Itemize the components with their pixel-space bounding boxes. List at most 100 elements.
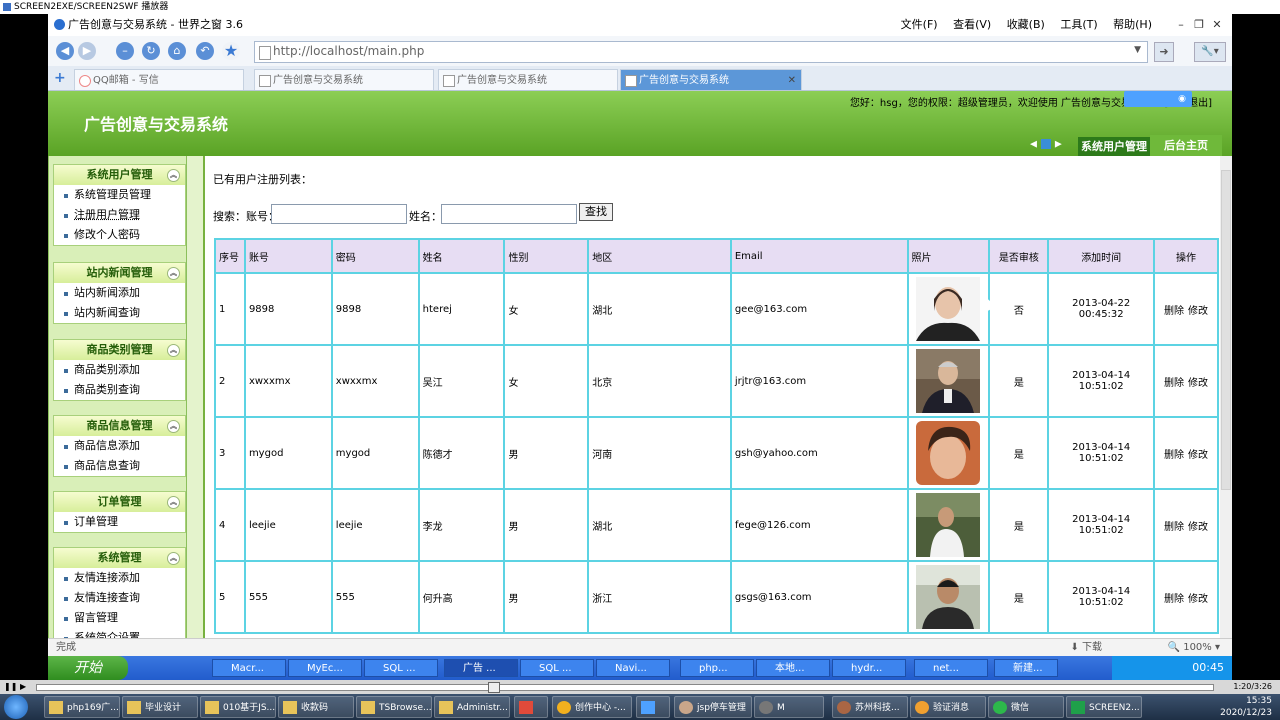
favorite-star-icon[interactable]: ★: [222, 42, 240, 60]
address-bar[interactable]: http://localhost/main.php ▼: [254, 41, 1148, 63]
xp-task[interactable]: php...: [680, 659, 754, 677]
sidebar-group-title[interactable]: 系统管理 ︽: [54, 548, 185, 568]
sidebar-group-title[interactable]: 订单管理 ︽: [54, 492, 185, 512]
edit-link[interactable]: 修改: [1188, 522, 1208, 533]
w7-task[interactable]: 010基于JS...: [200, 696, 276, 718]
chevron-up-icon[interactable]: ︽: [167, 267, 180, 280]
chevron-up-icon[interactable]: ︽: [167, 496, 180, 509]
chevron-up-icon[interactable]: ︽: [167, 552, 180, 565]
sidebar-item[interactable]: 订单管理: [54, 512, 185, 532]
sidebar-group-title[interactable]: 商品类别管理 ︽: [54, 340, 185, 360]
w7-task[interactable]: TSBrowse...: [356, 696, 432, 718]
w7-task[interactable]: [636, 696, 670, 718]
menu-favorites[interactable]: 收藏(B): [1007, 18, 1045, 31]
chevron-up-icon[interactable]: ︽: [167, 420, 180, 433]
undo-close-icon[interactable]: ↶: [196, 42, 214, 60]
xp-task[interactable]: 本地...: [756, 659, 830, 677]
playback-progress[interactable]: [36, 684, 1214, 691]
edit-link[interactable]: 修改: [1188, 594, 1208, 605]
menu-help[interactable]: 帮助(H): [1113, 18, 1152, 31]
close-icon[interactable]: ✕: [1208, 14, 1226, 36]
go-icon[interactable]: ➜: [1154, 42, 1174, 62]
w7-task[interactable]: 验证消息: [910, 696, 986, 718]
chevron-up-icon[interactable]: ︽: [167, 344, 180, 357]
minimize-icon[interactable]: –: [1172, 14, 1190, 36]
xp-task[interactable]: 广告 ...: [444, 659, 518, 677]
sidebar-group-title[interactable]: 站内新闻管理 ︽: [54, 263, 185, 283]
page-scrollbar[interactable]: [1220, 156, 1232, 650]
sidebar-item[interactable]: 商品类别查询: [54, 380, 185, 400]
search-account-input[interactable]: [271, 204, 407, 224]
edit-link[interactable]: 修改: [1188, 378, 1208, 389]
delete-link[interactable]: 删除: [1164, 522, 1184, 533]
w7-task[interactable]: Administr...: [434, 696, 510, 718]
w7-task[interactable]: 毕业设计: [122, 696, 198, 718]
back-icon[interactable]: ◀: [56, 42, 74, 60]
menu-tools[interactable]: 工具(T): [1060, 18, 1097, 31]
close-tab-icon[interactable]: ✕: [788, 70, 796, 91]
sidebar-item[interactable]: 商品信息查询: [54, 456, 185, 476]
delete-link[interactable]: 删除: [1164, 594, 1184, 605]
home-button[interactable]: 后台主页: [1150, 135, 1222, 156]
baidu-badge[interactable]: ◉: [1124, 91, 1192, 107]
w7-task[interactable]: 苏州科技...: [832, 696, 908, 718]
sidebar-item[interactable]: 站内新闻添加: [54, 283, 185, 303]
xp-task[interactable]: SQL ...: [364, 659, 438, 677]
xp-task[interactable]: Macr...: [212, 659, 286, 677]
scrollbar-thumb[interactable]: [1221, 170, 1231, 490]
tab-qq-mail[interactable]: QQ邮箱 - 写信: [74, 69, 244, 90]
tab-system-2[interactable]: 广告创意与交易系统: [438, 69, 618, 90]
xp-task[interactable]: SQL ...: [520, 659, 594, 677]
search-button[interactable]: 查找: [579, 203, 613, 221]
sidebar-item[interactable]: 留言管理: [54, 608, 185, 628]
sidebar-item[interactable]: 注册用户管理: [54, 205, 185, 225]
xp-task[interactable]: net...: [914, 659, 988, 677]
w7-task[interactable]: 创作中心 -...: [552, 696, 632, 718]
w7-task[interactable]: jsp停车管理: [674, 696, 752, 718]
sidebar-group-title[interactable]: 系统用户管理 ︽: [54, 165, 185, 185]
download-button[interactable]: ⬇ 下载: [1070, 639, 1102, 657]
user-mgmt-button[interactable]: 系统用户管理: [1078, 137, 1150, 156]
delete-link[interactable]: 删除: [1164, 378, 1184, 389]
header-scroll-arrows[interactable]: ◀ ▶: [1030, 139, 1062, 150]
w7-task[interactable]: 微信: [988, 696, 1064, 718]
edit-link[interactable]: 修改: [1188, 450, 1208, 461]
pause-icon[interactable]: ❚❚ ▶: [4, 680, 26, 694]
w7-task[interactable]: 收款码: [278, 696, 354, 718]
wrench-icon[interactable]: 🔧▾: [1194, 42, 1226, 62]
tab-system-active[interactable]: 广告创意与交易系统 ✕: [620, 69, 802, 90]
search-name-input[interactable]: [441, 204, 577, 224]
delete-link[interactable]: 删除: [1164, 306, 1184, 317]
w7-clock[interactable]: 15:35 2020/12/23: [1220, 695, 1272, 719]
w7-task[interactable]: [514, 696, 548, 718]
zoom-level[interactable]: 🔍 100% ▾: [1168, 639, 1220, 657]
sidebar-item[interactable]: 商品信息添加: [54, 436, 185, 456]
tab-system-1[interactable]: 广告创意与交易系统: [254, 69, 434, 90]
chevron-up-icon[interactable]: ︽: [167, 169, 180, 182]
xp-task[interactable]: 新建...: [994, 659, 1058, 677]
stop-icon[interactable]: –: [116, 42, 134, 60]
xp-start-button[interactable]: 开始: [48, 656, 128, 680]
address-url[interactable]: http://localhost/main.php: [273, 44, 424, 58]
new-tab-icon[interactable]: +: [54, 70, 66, 86]
playback-knob[interactable]: [488, 682, 500, 693]
sidebar-group-title[interactable]: 商品信息管理 ︽: [54, 416, 185, 436]
refresh-icon[interactable]: ↻: [142, 42, 160, 60]
edit-link[interactable]: 修改: [1188, 306, 1208, 317]
forward-icon[interactable]: ▶: [78, 42, 96, 60]
w7-task[interactable]: M: [754, 696, 824, 718]
w7-task[interactable]: php169广...: [44, 696, 120, 718]
windows-start-icon[interactable]: [4, 695, 28, 719]
menu-file[interactable]: 文件(F): [901, 18, 938, 31]
menu-view[interactable]: 查看(V): [953, 18, 991, 31]
chevron-down-icon[interactable]: ▼: [1134, 45, 1141, 55]
sidebar-item[interactable]: 商品类别添加: [54, 360, 185, 380]
sidebar-item[interactable]: 友情连接查询: [54, 588, 185, 608]
sidebar-item[interactable]: 友情连接添加: [54, 568, 185, 588]
sidebar-item[interactable]: 站内新闻查询: [54, 303, 185, 323]
sidebar-item[interactable]: 修改个人密码: [54, 225, 185, 245]
sidebar-scrollbar[interactable]: [186, 156, 204, 650]
maximize-icon[interactable]: ❐: [1190, 14, 1208, 36]
home-icon[interactable]: ⌂: [168, 42, 186, 60]
w7-task[interactable]: SCREEN2...: [1066, 696, 1142, 718]
